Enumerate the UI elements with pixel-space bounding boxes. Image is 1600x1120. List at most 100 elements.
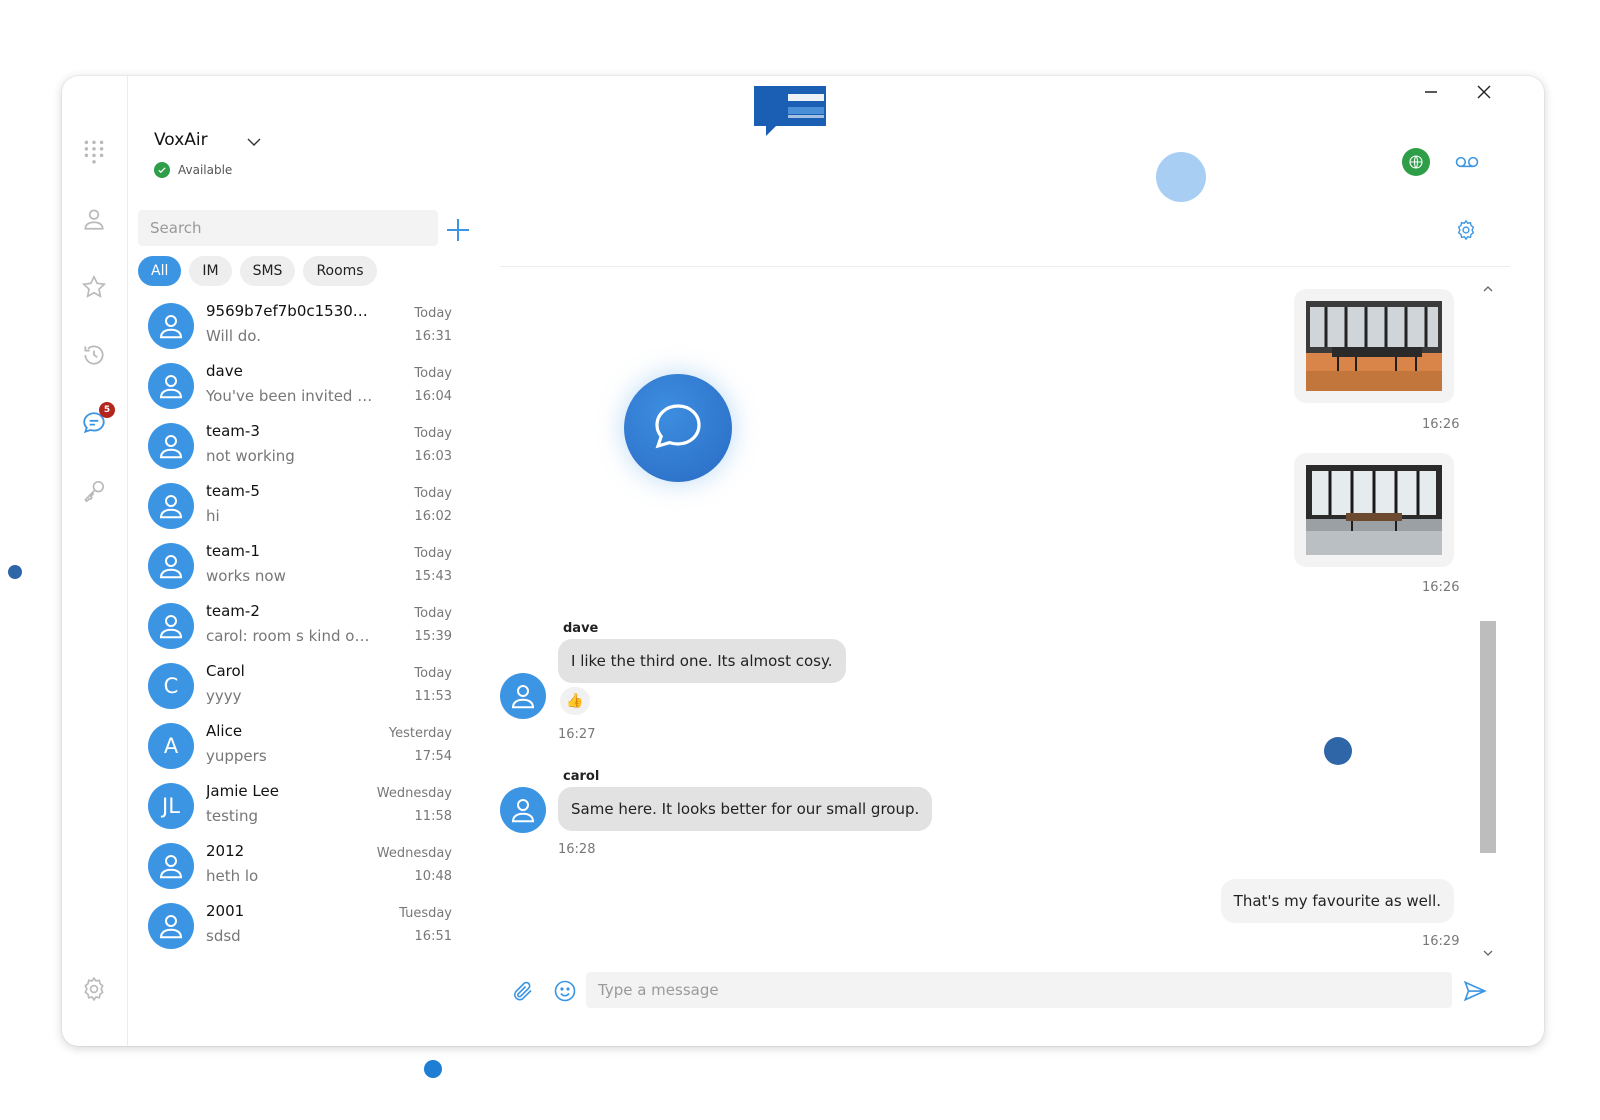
tab-sms[interactable]: SMS [239, 256, 296, 286]
message-time: 16:26 [1422, 417, 1460, 432]
dialpad-icon[interactable] [79, 136, 109, 166]
conversation-item[interactable]: dave You've been invited t... Today 16:04 [138, 358, 462, 418]
conversation-day: Today [414, 546, 452, 561]
send-icon[interactable] [1460, 976, 1490, 1006]
unread-badge: 5 [99, 402, 115, 418]
tab-all[interactable]: All [138, 256, 182, 286]
conversation-item[interactable]: C Carol yyyy Today 11:53 [138, 658, 462, 718]
conversation-name: 2012 [206, 842, 245, 860]
chevron-down-icon[interactable] [246, 134, 262, 150]
nav-rail: 5 [62, 76, 128, 1046]
conversation-day: Today [414, 486, 452, 501]
conversation-day: Today [414, 606, 452, 621]
conversation-day: Today [414, 426, 452, 441]
contact-avatar [148, 903, 194, 949]
own-message-bubble[interactable]: That's my favourite as well. [1220, 879, 1454, 923]
add-conversation-plus-icon[interactable] [444, 216, 472, 244]
contact-avatar [148, 603, 194, 649]
presence-status[interactable]: Available [154, 162, 232, 178]
conversation-name: dave [206, 362, 243, 380]
message-sender: dave [563, 621, 599, 636]
voicemail-icon[interactable] [1452, 147, 1482, 177]
minimize-button[interactable] [1417, 78, 1445, 106]
conversation-item[interactable]: 2001 sdsd Tuesday 16:51 [138, 898, 462, 958]
conversation-item[interactable]: 2012 heth lo Wednesday 10:48 [138, 838, 462, 898]
conversation-name: team-3 [206, 422, 260, 440]
key-icon[interactable] [79, 476, 109, 506]
image-message[interactable] [1294, 289, 1454, 403]
decor-dot [424, 1060, 442, 1078]
close-button[interactable] [1470, 78, 1498, 106]
contacts-icon[interactable] [79, 204, 109, 234]
person-icon [159, 915, 183, 939]
conversation-name: 2001 [206, 902, 245, 920]
conversation-preview: sdsd [206, 927, 241, 945]
conversation-day: Today [414, 666, 452, 681]
message-bubble[interactable]: Same here. It looks better for our small… [558, 787, 933, 831]
conversation-preview: yyyy [206, 687, 242, 705]
conversation-time: 16:04 [414, 389, 452, 404]
scroll-down-icon[interactable] [1480, 945, 1496, 961]
emoji-smiley-icon[interactable] [550, 976, 580, 1006]
conversation-item[interactable]: JL Jamie Lee testing Wednesday 11:58 [138, 778, 462, 838]
office-photo-image [1306, 465, 1442, 555]
conversation-name: team-2 [206, 602, 260, 620]
message-bubble[interactable]: I like the third one. Its almost cosy. [558, 639, 846, 683]
sender-avatar[interactable] [500, 787, 546, 833]
conversation-item[interactable]: team-3 not working Today 16:03 [138, 418, 462, 478]
message-time: 16:29 [1422, 934, 1460, 949]
decor-dot [1156, 152, 1206, 202]
app-window: 5 VoxAir Available Search All IM SMS Roo… [62, 76, 1544, 1046]
tab-im[interactable]: IM [189, 256, 232, 286]
app-logo [750, 84, 834, 136]
person-icon [159, 315, 183, 339]
chat-icon[interactable]: 5 [79, 402, 115, 438]
settings-gear-icon[interactable] [79, 974, 109, 1004]
conversation-day: Wednesday [376, 846, 452, 861]
conversation-item[interactable]: team-5 hi Today 16:02 [138, 478, 462, 538]
conversation-time: 17:54 [414, 749, 452, 764]
conversation-preview: not working [206, 447, 295, 465]
conversation-item[interactable]: team-1 works now Today 15:43 [138, 538, 462, 598]
tab-rooms[interactable]: Rooms [303, 256, 377, 286]
scroll-thumb[interactable] [1480, 621, 1496, 853]
account-selector[interactable]: VoxAir Available [154, 130, 261, 178]
conversation-day: Today [414, 366, 452, 381]
conversation-time: 16:03 [414, 449, 452, 464]
conversation-name: Carol [206, 662, 245, 680]
conversation-item[interactable]: A Alice yuppers Yesterday 17:54 [138, 718, 462, 778]
decor-dot [8, 565, 22, 579]
conversation-name: 9569b7ef7b0c15304... [206, 302, 376, 320]
conversation-item[interactable]: team-2 carol: room s kind of ... Today 15:3… [138, 598, 462, 658]
message-scrollbar[interactable] [1480, 281, 1496, 961]
conversation-time: 15:43 [414, 569, 452, 584]
conversation-preview: hi [206, 507, 220, 525]
favorites-star-icon[interactable] [79, 272, 109, 302]
thumbs-up-reaction[interactable]: 👍 [560, 687, 590, 715]
chat-settings-gear-icon[interactable] [1451, 215, 1481, 245]
attach-paperclip-icon[interactable] [508, 976, 538, 1006]
conversation-name: Jamie Lee [206, 782, 279, 800]
conversation-preview: You've been invited t... [206, 387, 374, 405]
conversation-preview: heth lo [206, 867, 259, 885]
conversation-item[interactable]: 9569b7ef7b0c15304... Will do. Today 16:31 [138, 298, 462, 358]
conversation-time: 11:58 [414, 809, 452, 824]
conversation-preview: carol: room s kind of ... [206, 627, 374, 645]
conversation-day: Today [414, 306, 452, 321]
filter-tabs: All IM SMS Rooms [138, 256, 377, 286]
contact-avatar [148, 423, 194, 469]
image-message[interactable] [1294, 453, 1454, 567]
sender-avatar[interactable] [500, 673, 546, 719]
globe-icon[interactable] [1402, 148, 1430, 176]
conversation-time: 16:31 [414, 329, 452, 344]
message-input[interactable] [586, 972, 1452, 1008]
history-icon[interactable] [79, 340, 109, 370]
chat-header-divider [500, 266, 1510, 267]
conversation-preview: yuppers [206, 747, 267, 765]
scroll-up-icon[interactable] [1480, 281, 1496, 297]
message-sender: carol [563, 769, 600, 784]
avatar-initials: JL [162, 794, 180, 818]
conversation-day: Wednesday [376, 786, 452, 801]
message-composer [500, 966, 1500, 1016]
search-input[interactable] [138, 210, 438, 246]
